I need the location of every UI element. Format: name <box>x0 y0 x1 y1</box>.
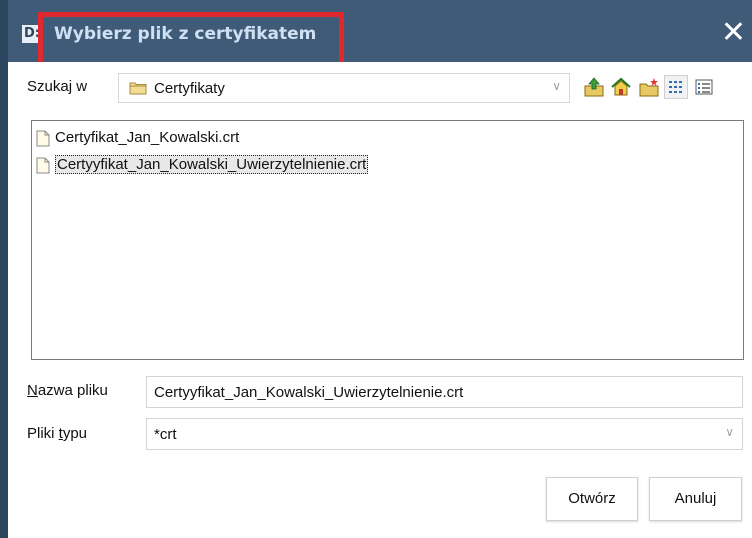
window-left-edge <box>0 0 8 538</box>
folder-icon <box>129 82 147 95</box>
file-name-label: Nazwa pliku <box>27 382 108 399</box>
look-in-label: Szukaj w <box>27 78 88 95</box>
home-icon[interactable] <box>610 76 632 98</box>
document-icon <box>36 157 50 174</box>
look-in-combobox[interactable]: Certyfikaty ∨ <box>118 73 570 103</box>
chevron-down-icon[interactable]: ∨ <box>552 79 561 93</box>
file-list-item[interactable]: Certyfikat_Jan_Kowalski.crt <box>36 127 239 149</box>
list-view-icon[interactable] <box>664 75 688 99</box>
cancel-button[interactable]: Anuluj <box>649 477 742 521</box>
new-folder-icon[interactable] <box>638 76 660 98</box>
file-name: Certyyfikat_Jan_Kowalski_Uwierzytelnieni… <box>55 155 369 174</box>
chevron-down-icon[interactable]: ∨ <box>725 425 734 439</box>
details-view-icon[interactable] <box>693 76 715 98</box>
file-list-item-selected[interactable]: Certyyfikat_Jan_Kowalski_Uwierzytelnieni… <box>36 154 369 176</box>
dialog-content: Szukaj w Certyfikaty ∨ Certyfikat_Jan_Ko… <box>8 62 752 538</box>
up-folder-icon[interactable] <box>583 76 605 98</box>
document-icon <box>36 130 50 147</box>
window-title: Wybierz plik z certyfikatem <box>54 24 317 44</box>
file-name: Certyfikat_Jan_Kowalski.crt <box>55 129 240 146</box>
open-button[interactable]: Otwórz <box>546 477 638 521</box>
file-type-combobox[interactable]: *crt ∨ <box>146 418 743 450</box>
file-type-label: Pliki typu <box>27 425 87 442</box>
file-name-input[interactable] <box>146 376 743 408</box>
file-type-value: *crt <box>154 426 177 443</box>
file-type-label-rest: ypu <box>62 425 88 442</box>
app-icon: D: <box>22 25 42 43</box>
file-name-label-mnemonic: N <box>27 382 38 399</box>
file-name-label-rest: azwa pliku <box>37 382 108 399</box>
file-list[interactable]: Certyfikat_Jan_Kowalski.crt Certyyfikat_… <box>31 120 744 360</box>
file-type-label-start: Pliki <box>27 425 59 442</box>
look-in-value: Certyfikaty <box>154 80 225 97</box>
close-button[interactable]: ✕ <box>721 18 746 48</box>
title-bar: D: Wybierz plik z certyfikatem ✕ <box>8 0 752 62</box>
